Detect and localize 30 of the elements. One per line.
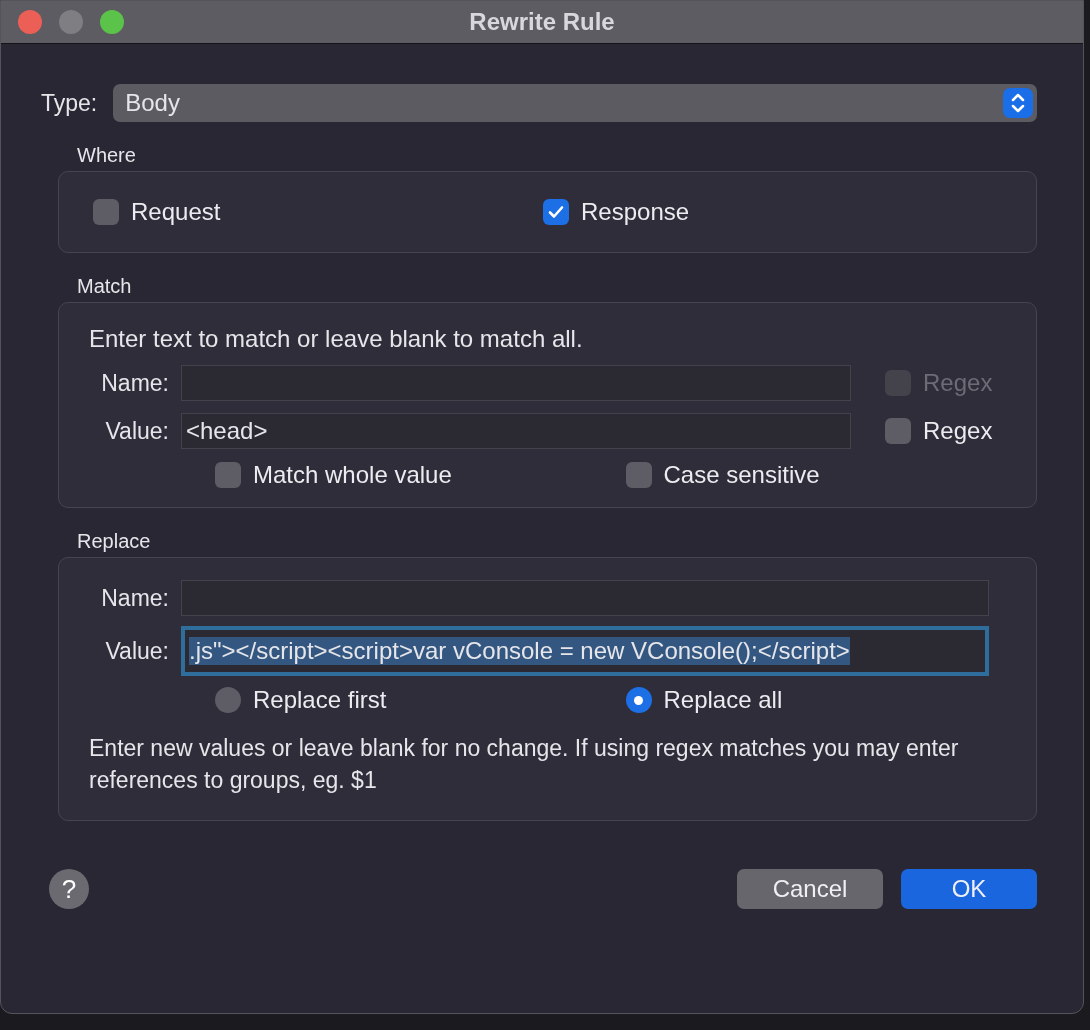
field-label: Value: xyxy=(104,637,169,665)
hint-text: Enter text to match or leave blank to match all. xyxy=(89,325,584,353)
group-title: Where xyxy=(77,144,136,167)
type-dropdown[interactable]: Body xyxy=(113,84,1037,122)
close-button[interactable] xyxy=(18,10,42,34)
radio-button[interactable]: Replace first xyxy=(215,686,626,714)
zoom-button[interactable] xyxy=(100,10,124,34)
type-label: Type: xyxy=(41,89,98,117)
input-field[interactable]: <head> xyxy=(181,413,851,449)
input-field[interactable]: .js"></script><script>var vConsole = new VConsole();</script> xyxy=(181,626,989,676)
checkbox[interactable]: Request xyxy=(93,198,543,226)
minimize-button[interactable] xyxy=(59,10,83,34)
checkbox[interactable]: Case sensitive xyxy=(625,461,1036,489)
help-button[interactable]: ? xyxy=(49,869,89,909)
group-title: Replace xyxy=(77,530,151,553)
input-field[interactable] xyxy=(181,365,851,401)
cancel-button[interactable]: Cancel xyxy=(737,869,883,909)
input-field[interactable] xyxy=(181,580,989,616)
stepper-icon xyxy=(1003,88,1033,118)
hint-text: Enter new values or leave blank for no change. If using regex matches you may enter references to groups, eg. $1 xyxy=(89,734,960,795)
window-title: Rewrite Rule xyxy=(469,8,615,36)
regex-checkbox[interactable]: Regex xyxy=(885,417,993,445)
ok-button[interactable]: OK xyxy=(901,869,1037,909)
checkbox[interactable]: Response xyxy=(543,198,993,226)
field-label: Name: xyxy=(100,369,169,397)
group-title: Match xyxy=(77,275,132,298)
radio-button[interactable]: Replace all xyxy=(625,686,1036,714)
field-label: Name: xyxy=(100,584,169,612)
checkbox[interactable]: Match whole value xyxy=(215,461,626,489)
field-label: Value: xyxy=(104,417,169,445)
